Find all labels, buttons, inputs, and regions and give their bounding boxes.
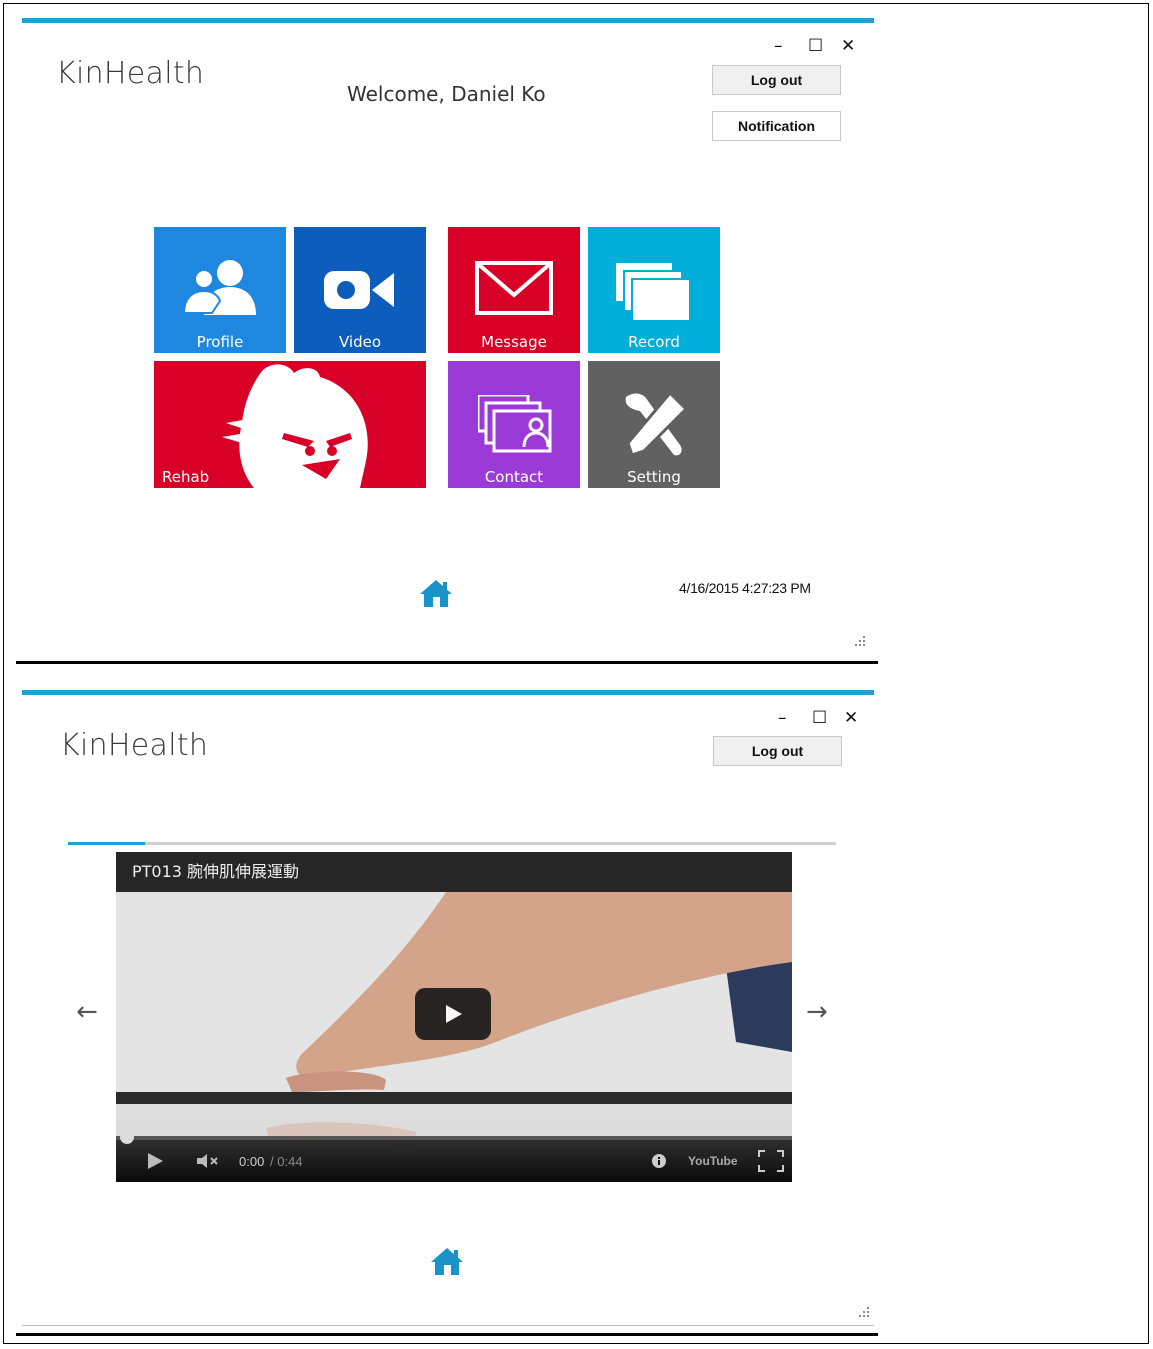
contact-card-icon <box>478 395 552 453</box>
maximize-button[interactable]: ☐ <box>808 36 823 56</box>
video-progress-fill <box>68 842 145 845</box>
accent-bar <box>22 690 874 695</box>
tile-video[interactable]: Video <box>294 227 426 353</box>
notification-button[interactable]: Notification <box>712 111 841 141</box>
tile-label: Video <box>338 333 382 351</box>
tile-record[interactable]: Record <box>588 227 720 353</box>
current-time: 0:00 <box>239 1154 265 1169</box>
tile-label: Profile <box>196 333 244 351</box>
close-button[interactable]: ✕ <box>844 708 858 728</box>
tile-profile[interactable]: Profile <box>154 227 286 353</box>
tile-label: Setting <box>627 468 681 486</box>
divider-line <box>16 1333 878 1336</box>
maximize-button[interactable]: ☐ <box>812 708 827 728</box>
video-controls: 0:00 / 0:44 YouTube <box>116 1130 792 1182</box>
people-icon <box>182 260 256 315</box>
home-icon[interactable] <box>419 578 453 608</box>
video-camera-icon <box>324 271 394 309</box>
minimize-button[interactable]: – <box>774 36 783 56</box>
divider-line <box>16 661 878 664</box>
tile-contact[interactable]: Contact <box>448 361 580 488</box>
logout-button[interactable]: Log out <box>712 65 841 95</box>
stacked-cards-icon <box>616 263 691 322</box>
logout-button[interactable]: Log out <box>713 736 842 766</box>
youtube-logo[interactable]: YouTube <box>688 1154 738 1168</box>
status-divider <box>22 1325 874 1326</box>
video-progress-track <box>68 842 836 845</box>
tools-icon <box>625 390 689 457</box>
resize-grip-icon[interactable] <box>854 635 866 647</box>
minimize-button[interactable]: – <box>778 708 787 728</box>
home-window: – ☐ ✕ KinHealth Welcome, Daniel Ko Log o… <box>16 18 878 664</box>
app-logo: KinHealth <box>60 728 209 763</box>
tile-setting[interactable]: Setting <box>588 361 720 488</box>
fullscreen-icon[interactable] <box>758 1150 784 1172</box>
envelope-icon <box>475 261 553 315</box>
close-button[interactable]: ✕ <box>841 36 855 56</box>
tile-label: Contact <box>484 468 544 486</box>
video-player[interactable]: PT013 腕伸肌伸展運動 0:00 / 0:44 YouTube <box>116 852 792 1182</box>
welcome-text: Welcome, Daniel Ko <box>347 82 546 106</box>
video-window: – ☐ ✕ KinHealth Log out PT013 腕伸肌伸展運動 0:… <box>16 690 878 1336</box>
mute-icon[interactable] <box>196 1153 222 1169</box>
next-video-arrow-icon[interactable]: → <box>806 997 828 1027</box>
resize-grip-icon[interactable] <box>858 1306 870 1318</box>
scrubber-knob[interactable] <box>120 1130 134 1144</box>
tile-label: Message <box>481 333 547 351</box>
tile-label: Record <box>628 333 680 351</box>
tile-message[interactable]: Message <box>448 227 580 353</box>
home-icon[interactable] <box>430 1246 464 1276</box>
tile-label: Rehab <box>162 468 210 486</box>
duration: / 0:44 <box>270 1154 303 1169</box>
app-logo: KinHealth <box>56 56 205 91</box>
prev-video-arrow-icon[interactable]: ← <box>76 997 98 1027</box>
accent-bar <box>22 18 874 23</box>
play-icon[interactable] <box>146 1152 164 1170</box>
play-overlay-button[interactable] <box>415 988 491 1040</box>
video-title: PT013 腕伸肌伸展運動 <box>116 852 792 892</box>
tile-rehab[interactable]: Rehab <box>154 361 426 488</box>
datetime-display: 4/16/2015 4:27:23 PM <box>679 580 811 596</box>
video-scrubber[interactable] <box>116 1130 792 1144</box>
play-icon <box>446 1005 462 1023</box>
info-icon[interactable] <box>652 1154 666 1168</box>
